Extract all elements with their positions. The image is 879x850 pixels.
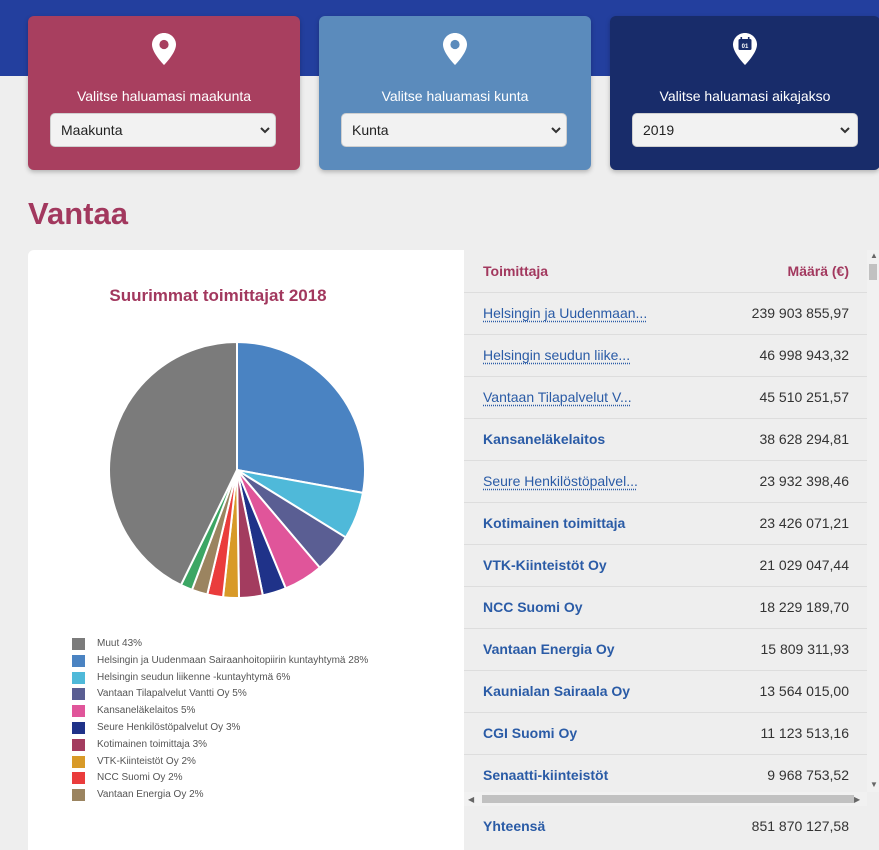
supplier-name-link[interactable]: Vantaan Energia Oy — [483, 641, 615, 657]
legend-label: NCC Suomi Oy 2% — [97, 770, 183, 786]
horizontal-scrollbar[interactable]: ◀ ▶ — [464, 792, 867, 806]
legend-swatch — [72, 638, 85, 650]
column-header-supplier[interactable]: Toimittaja — [483, 263, 548, 279]
legend-label: Seure Henkilöstöpalvelut Oy 3% — [97, 720, 240, 736]
supplier-name-link[interactable]: Helsingin ja Uudenmaan... — [483, 305, 647, 321]
supplier-name-link[interactable]: CGI Suomi Oy — [483, 725, 577, 741]
supplier-amount: 23 932 398,46 — [759, 473, 849, 489]
table-row: Kaunialan Sairaala Oy 13 564 015,00 — [464, 670, 867, 713]
pie-slice[interactable] — [237, 342, 365, 493]
supplier-name-link[interactable]: Kotimainen toimittaja — [483, 515, 625, 531]
supplier-amount: 46 998 943,32 — [759, 347, 849, 363]
legend-swatch — [72, 739, 85, 751]
supplier-name-link[interactable]: Vantaan Tilapalvelut V... — [483, 389, 632, 405]
vertical-scrollbar[interactable]: ▲ ▼ — [867, 250, 879, 792]
legend-swatch — [72, 655, 85, 667]
supplier-amount: 18 229 189,70 — [759, 599, 849, 615]
table-total-row: Yhteensä 851 870 127,58 — [464, 806, 867, 836]
table-row: Seure Henkilöstöpalvel... 23 932 398,46 — [464, 460, 867, 503]
legend-label: VTK-Kiinteistöt Oy 2% — [97, 754, 196, 770]
supplier-amount: 239 903 855,97 — [752, 305, 849, 321]
legend-swatch — [72, 722, 85, 734]
supplier-amount: 23 426 071,21 — [759, 515, 849, 531]
legend-label: Kotimainen toimittaja 3% — [97, 737, 207, 753]
table-row: Vantaan Energia Oy 15 809 311,93 — [464, 628, 867, 671]
supplier-name-link[interactable]: Kansaneläkelaitos — [483, 431, 605, 447]
legend-label: Vantaan Energia Oy 2% — [97, 787, 204, 803]
table-row: Senaatti-kiinteistöt 9 968 753,52 — [464, 754, 867, 797]
supplier-amount: 9 968 753,52 — [767, 767, 849, 783]
total-label: Yhteensä — [483, 818, 545, 834]
table-row: Helsingin ja Uudenmaan... 239 903 855,97 — [464, 292, 867, 335]
supplier-name-link[interactable]: Kaunialan Sairaala Oy — [483, 683, 630, 699]
supplier-amount: 45 510 251,57 — [759, 389, 849, 405]
scroll-thumb-horizontal[interactable] — [482, 795, 854, 803]
scroll-left-arrow[interactable]: ◀ — [468, 795, 474, 804]
legend-label: Helsingin ja Uudenmaan Sairaanhoitopiiri… — [97, 653, 368, 669]
supplier-amount: 11 123 513,16 — [761, 725, 850, 741]
legend-swatch — [72, 772, 85, 784]
scroll-up-arrow[interactable]: ▲ — [870, 251, 878, 260]
supplier-name-link[interactable]: NCC Suomi Oy — [483, 599, 583, 615]
legend-swatch — [72, 688, 85, 700]
total-amount: 851 870 127,58 — [752, 818, 849, 834]
supplier-name-link[interactable]: Senaatti-kiinteistöt — [483, 767, 608, 783]
table-row: VTK-Kiinteistöt Oy 21 029 047,44 — [464, 544, 867, 587]
legend-label: Muut 43% — [97, 636, 142, 652]
table-row: NCC Suomi Oy 18 229 189,70 — [464, 586, 867, 629]
supplier-amount: 21 029 047,44 — [759, 557, 849, 573]
scroll-right-arrow[interactable]: ▶ — [854, 795, 860, 804]
table-row: CGI Suomi Oy 11 123 513,16 — [464, 712, 867, 755]
table-row: Helsingin seudun liike... 46 998 943,32 — [464, 334, 867, 377]
legend-label: Helsingin seudun liikenne -kuntayhtymä 6… — [97, 670, 290, 686]
legend-label: Vantaan Tilapalvelut Vantti Oy 5% — [97, 686, 247, 702]
supplier-amount: 15 809 311,93 — [761, 641, 850, 657]
legend-swatch — [72, 672, 85, 684]
legend-swatch — [72, 789, 85, 801]
legend-swatch — [72, 705, 85, 717]
column-header-amount[interactable]: Määrä (€) — [788, 263, 849, 279]
table-row: Vantaan Tilapalvelut V... 45 510 251,57 — [464, 376, 867, 419]
supplier-table: Toimittaja Määrä (€) Helsingin ja Uudenm… — [464, 250, 867, 825]
table-row: Kotimainen toimittaja 23 426 071,21 — [464, 502, 867, 545]
supplier-amount: 13 564 015,00 — [759, 683, 849, 699]
legend-swatch — [72, 756, 85, 768]
table-row: Kansaneläkelaitos 38 628 294,81 — [464, 418, 867, 461]
supplier-amount: 38 628 294,81 — [759, 431, 849, 447]
table-header-row: Toimittaja Määrä (€) — [464, 250, 867, 293]
supplier-name-link[interactable]: VTK-Kiinteistöt Oy — [483, 557, 607, 573]
supplier-name-link[interactable]: Seure Henkilöstöpalvel... — [483, 473, 638, 489]
scroll-down-arrow[interactable]: ▼ — [870, 780, 878, 789]
supplier-name-link[interactable]: Helsingin seudun liike... — [483, 347, 630, 363]
legend-label: Kansaneläkelaitos 5% — [97, 703, 195, 719]
scroll-thumb[interactable] — [869, 264, 877, 280]
